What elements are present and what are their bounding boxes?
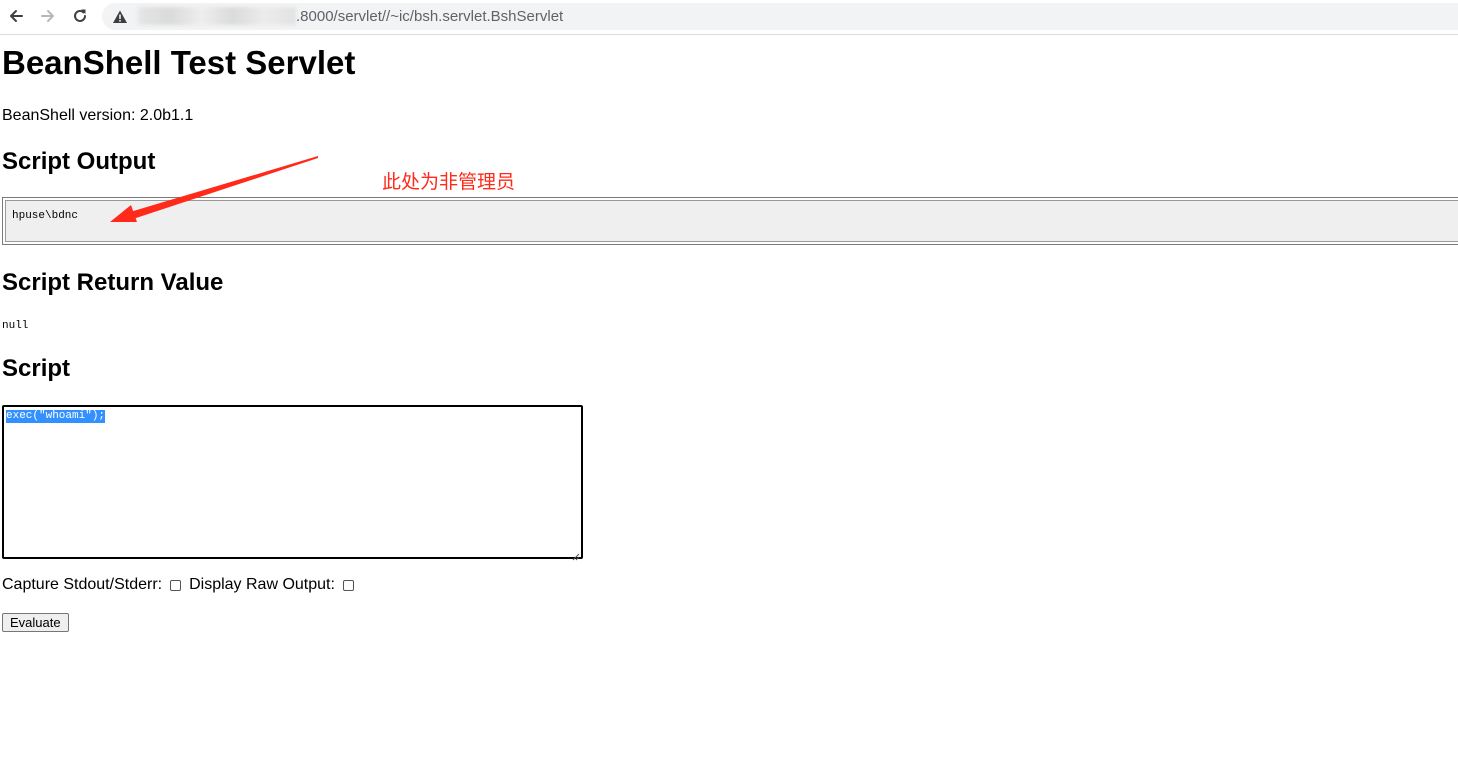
annotation-text: 此处为非管理员 xyxy=(382,171,516,193)
return-value: null xyxy=(2,320,29,332)
script-text-selected: exec("whoami"); xyxy=(6,410,106,423)
version-line: BeanShell version: 2.0b1.1 xyxy=(2,107,194,124)
not-secure-warning-icon[interactable] xyxy=(112,9,128,25)
page-title: BeanShell Test Servlet xyxy=(2,44,356,81)
script-output-cell: hpuse\bdnc xyxy=(5,200,1458,242)
browser-toolbar: .8000/servlet//~ic/bsh.servlet.BshServle… xyxy=(0,0,1458,35)
options-row: Capture Stdout/Stderr: Display Raw Outpu… xyxy=(2,576,362,594)
script-output-heading: Script Output xyxy=(2,148,156,175)
address-bar[interactable]: .8000/servlet//~ic/bsh.servlet.BshServle… xyxy=(102,3,1458,30)
script-output-text: hpuse\bdnc xyxy=(12,210,79,222)
script-output-table: hpuse\bdnc xyxy=(2,197,1458,245)
resize-grip-icon[interactable] xyxy=(572,548,580,561)
annotation-arrow-icon xyxy=(110,156,318,222)
reload-icon[interactable] xyxy=(69,5,91,27)
script-textarea[interactable]: exec("whoami"); xyxy=(2,405,583,561)
raw-output-label: Display Raw Output: xyxy=(189,576,335,593)
capture-checkbox[interactable] xyxy=(170,579,182,591)
redacted-host xyxy=(138,7,296,25)
forward-icon[interactable] xyxy=(37,5,59,27)
url-text[interactable]: .8000/servlet//~ic/bsh.servlet.BshServle… xyxy=(296,8,563,25)
raw-output-checkbox[interactable] xyxy=(342,579,354,591)
script-heading: Script xyxy=(2,355,71,382)
back-icon[interactable] xyxy=(5,5,27,27)
evaluate-button[interactable]: Evaluate xyxy=(2,613,69,632)
capture-label: Capture Stdout/Stderr: xyxy=(2,576,163,593)
return-value-heading: Script Return Value xyxy=(2,269,224,296)
